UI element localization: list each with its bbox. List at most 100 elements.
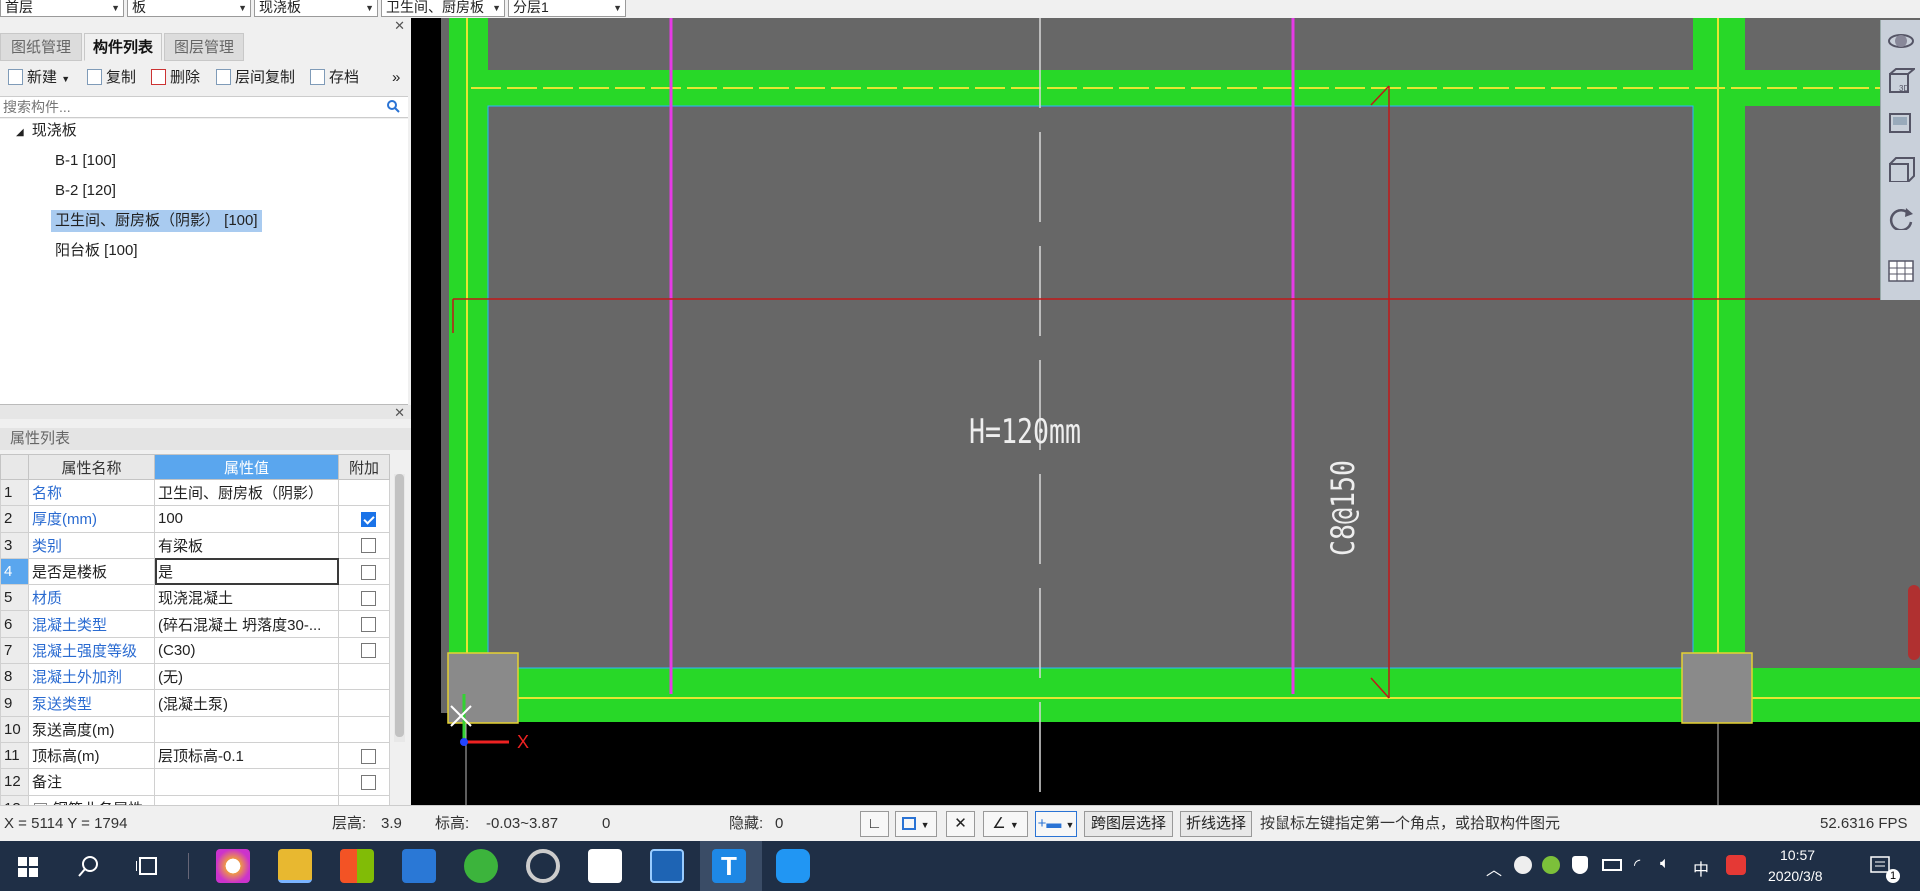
property-row[interactable]: 1 名称 卫生间、厨房板（阴影） <box>0 478 390 507</box>
ime-indicator[interactable]: 中 <box>1693 856 1709 880</box>
wechat-icon[interactable] <box>1542 856 1560 874</box>
task-view-icon[interactable] <box>136 855 160 877</box>
close-icon[interactable]: ✕ <box>394 18 405 34</box>
property-row[interactable]: 12 备注 <box>0 768 390 796</box>
property-value[interactable] <box>154 715 339 743</box>
document-icon[interactable] <box>588 849 622 883</box>
grid-table-icon[interactable] <box>1887 258 1915 284</box>
property-value[interactable]: 是 <box>154 557 339 586</box>
property-scrollbar[interactable] <box>394 474 405 742</box>
slab-thickness-label[interactable]: H=120mm <box>969 412 1081 452</box>
select-mode-button[interactable]: ▼ <box>895 811 937 837</box>
mail-icon[interactable] <box>402 849 436 883</box>
polyline-select-button[interactable]: 折线选择 <box>1180 811 1252 837</box>
new-button[interactable]: 新建 ▼ <box>8 68 70 88</box>
column-header-value[interactable]: 属性值 <box>154 454 339 480</box>
tree-item-selected[interactable]: 卫生间、厨房板（阴影） [100] <box>51 210 262 232</box>
property-row[interactable]: 11 顶标高(m) 层顶标高-0.1 <box>0 741 390 770</box>
column-header-extra[interactable]: 附加 <box>338 454 390 480</box>
property-row[interactable]: 4 是否是楼板是 <box>0 557 390 586</box>
search-icon[interactable] <box>386 99 400 113</box>
property-value[interactable]: 卫生间、厨房板（阴影） <box>154 478 339 507</box>
angle-button[interactable]: ∠ ▼ <box>983 811 1028 837</box>
volume-icon[interactable]: 🔈︎ <box>1660 855 1670 873</box>
search-input[interactable] <box>0 97 370 117</box>
tab-layer-management[interactable]: 图层管理 <box>164 33 244 61</box>
attach-checkbox[interactable] <box>361 643 376 659</box>
property-value[interactable]: 层顶标高-0.1 <box>154 741 339 770</box>
tab-component-list[interactable]: 构件列表 <box>84 33 162 61</box>
collapse-triangle-icon[interactable]: ◢ <box>16 127 24 138</box>
sogou-ime-icon[interactable] <box>1726 855 1746 875</box>
property-value[interactable]: 有梁板 <box>154 531 339 559</box>
property-value[interactable]: (混凝土泵) <box>154 689 339 717</box>
glodon-app-icon[interactable]: T <box>712 849 746 883</box>
refresh-icon[interactable] <box>1887 204 1915 230</box>
attach-checkbox[interactable] <box>361 748 376 764</box>
more-button[interactable]: » <box>392 68 400 88</box>
drawing-canvas[interactable]: H=120mm C8@150 X <box>411 18 1920 805</box>
plan-view-icon[interactable] <box>1887 108 1915 134</box>
cad-app-icon[interactable] <box>650 849 684 883</box>
component-select[interactable]: 卫生间、厨房板 ▼ <box>381 0 505 17</box>
wifi-icon[interactable]: ◜ <box>1634 855 1640 875</box>
tree-item[interactable]: B-2 [120] <box>51 180 120 202</box>
beam-left[interactable] <box>449 18 488 718</box>
attach-checkbox[interactable] <box>361 511 376 527</box>
layer-select[interactable]: 分层1 ▼ <box>508 0 626 17</box>
property-row[interactable]: 5 材质 现浇混凝土 <box>0 584 390 612</box>
offset-button[interactable]: +▬ ▼ <box>1035 811 1077 837</box>
property-value[interactable]: (无) <box>154 663 339 691</box>
type-select[interactable]: 现浇板 ▼ <box>254 0 378 17</box>
property-row[interactable]: 7 混凝土强度等级 (C30) <box>0 636 390 665</box>
media-player-icon[interactable] <box>526 849 560 883</box>
snap-off-button[interactable]: ✕ <box>946 811 975 837</box>
property-value[interactable]: (碎石混凝土 坍落度30-... <box>154 610 339 638</box>
attach-checkbox[interactable] <box>361 538 376 554</box>
panel-splitter[interactable] <box>0 405 411 419</box>
attach-checkbox[interactable] <box>361 774 376 790</box>
property-value[interactable]: 现浇混凝土 <box>154 584 339 612</box>
store-icon[interactable] <box>340 849 374 883</box>
search-icon[interactable] <box>78 855 100 877</box>
delete-button[interactable]: 删除 <box>151 68 200 88</box>
save-button[interactable]: 存档 <box>310 68 359 88</box>
column-header-name[interactable]: 属性名称 <box>28 454 155 480</box>
browser-icon[interactable] <box>464 849 498 883</box>
battery-icon[interactable] <box>1602 859 1622 871</box>
floor-copy-button[interactable]: 层间复制 <box>216 68 295 88</box>
property-row[interactable]: 3 类别 有梁板 <box>0 531 390 559</box>
windows-start-icon[interactable] <box>18 857 38 877</box>
tree-root[interactable]: ◢ 现浇板 <box>12 120 81 142</box>
security-shield-icon[interactable] <box>1572 856 1588 874</box>
property-value[interactable]: 100 <box>154 505 339 533</box>
close-icon[interactable]: ✕ <box>394 405 405 421</box>
copy-button[interactable]: 复制 <box>87 68 136 88</box>
tree-item[interactable]: B-1 [100] <box>51 150 120 172</box>
property-row[interactable]: 6 混凝土类型 (碎石混凝土 坍落度30-... <box>0 610 390 638</box>
clock-date[interactable]: 2020/3/8 <box>1768 868 1823 884</box>
ortho-button[interactable]: ∟ <box>860 811 889 837</box>
tray-expand-icon[interactable]: ︿ <box>1486 856 1502 880</box>
phone-app-icon[interactable] <box>776 849 810 883</box>
property-value[interactable]: (C30) <box>154 636 339 665</box>
box-view-icon[interactable] <box>1887 156 1915 182</box>
property-row[interactable]: 9 泵送类型 (混凝土泵) <box>0 689 390 717</box>
property-row[interactable]: 10 泵送高度(m) <box>0 715 390 743</box>
attach-checkbox[interactable] <box>361 564 376 580</box>
orbit-icon[interactable] <box>1887 28 1915 54</box>
3d-view-icon[interactable]: 3D <box>1887 68 1915 94</box>
rebar-label[interactable]: C8@150 <box>1324 460 1362 556</box>
tree-item[interactable]: 阳台板 [100] <box>51 240 142 262</box>
file-explorer-icon[interactable] <box>278 849 312 883</box>
property-value[interactable] <box>154 768 339 796</box>
property-row[interactable]: 2 厚度(mm) 100 <box>0 505 390 533</box>
zoom-indicator[interactable] <box>1908 585 1920 660</box>
tab-drawing-management[interactable]: 图纸管理 <box>0 33 82 61</box>
property-row[interactable]: 8 混凝土外加剂 (无) <box>0 663 390 691</box>
itunes-icon[interactable] <box>216 849 250 883</box>
clock-time[interactable]: 10:57 <box>1780 847 1815 863</box>
attach-checkbox[interactable] <box>361 590 376 606</box>
scrollbar-thumb[interactable] <box>395 474 404 737</box>
cross-layer-select-button[interactable]: 跨图层选择 <box>1084 811 1173 837</box>
